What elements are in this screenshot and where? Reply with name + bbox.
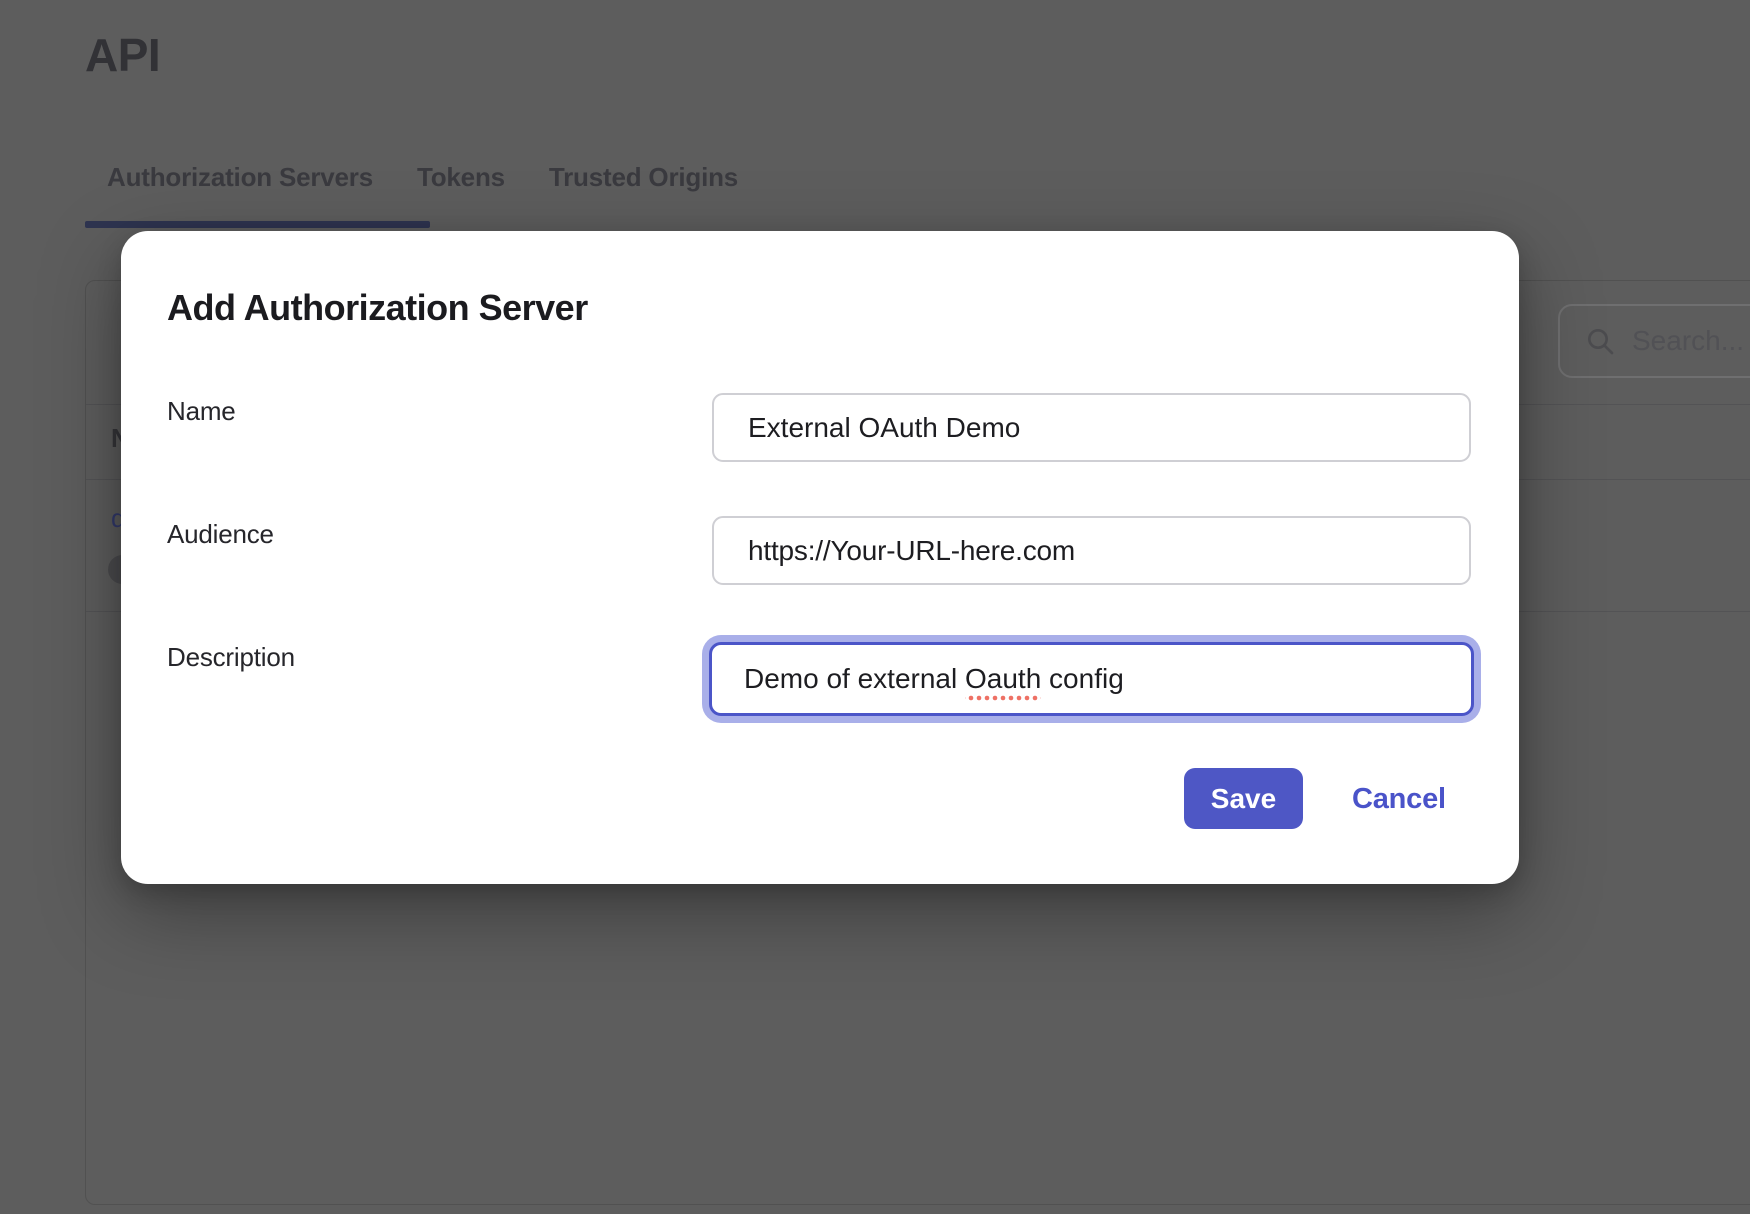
app-canvas: { "page": { "title": "API" }, "tabs": [ …	[0, 0, 1750, 1214]
description-text: Demo of external	[744, 663, 965, 695]
dialog-title: Add Authorization Server	[167, 287, 588, 329]
search-input[interactable]	[1632, 325, 1750, 357]
description-label: Description	[167, 642, 295, 673]
description-field[interactable]: Demo of external Oauth config	[709, 642, 1474, 716]
misspelled-word: Oauth	[965, 663, 1041, 701]
tab-trusted-origins[interactable]: Trusted Origins	[527, 162, 760, 222]
name-field[interactable]	[712, 393, 1471, 462]
add-authorization-server-dialog: Add Authorization Server Name Audience D…	[121, 231, 1519, 884]
description-text-after: config	[1041, 663, 1124, 695]
audience-label: Audience	[167, 519, 274, 550]
audience-field[interactable]	[712, 516, 1471, 585]
active-tab-underline	[85, 221, 430, 228]
page-title: API	[85, 28, 160, 82]
cancel-button[interactable]: Cancel	[1352, 783, 1446, 816]
name-label: Name	[167, 396, 236, 427]
tab-tokens[interactable]: Tokens	[395, 162, 527, 222]
search-box[interactable]	[1558, 304, 1750, 378]
tab-authorization-servers[interactable]: Authorization Servers	[85, 162, 395, 222]
search-icon	[1584, 325, 1616, 357]
save-button[interactable]: Save	[1184, 768, 1303, 829]
tab-bar: Authorization Servers Tokens Trusted Ori…	[85, 162, 760, 222]
